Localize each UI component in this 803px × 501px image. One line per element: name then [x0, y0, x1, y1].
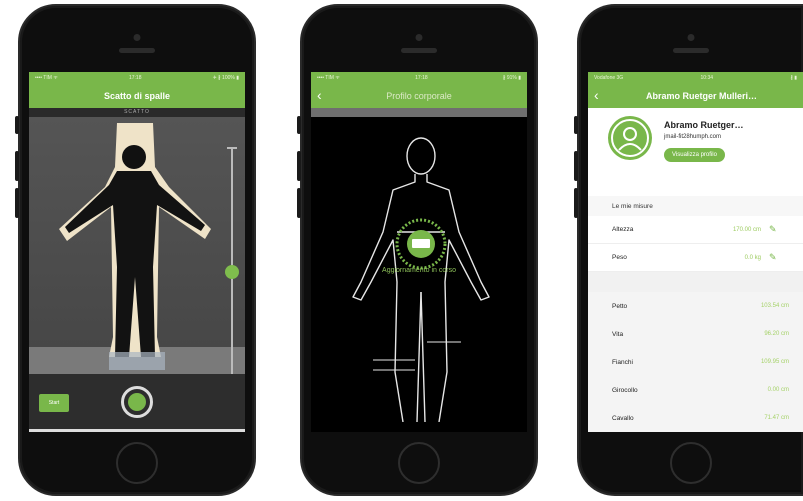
measure-label: Cavallo	[612, 414, 634, 422]
header-1: •••• TIM ᯤ 17:18 ✈ ∦ 100% ▮ Scatto di sp…	[29, 72, 245, 108]
header-3: Vodafone 3G 10:34 ∦ ▮ ‹ Abramo Ruetger M…	[588, 72, 803, 108]
battery-text: ∦ ▮	[790, 75, 797, 81]
back-icon[interactable]: ‹	[317, 87, 322, 103]
home-button-2[interactable]	[398, 442, 440, 484]
pencil-icon[interactable]: ✎	[769, 224, 779, 235]
front-camera	[133, 34, 141, 41]
volume-up-button	[574, 151, 578, 181]
profile-name: Abramo Ruetger…	[664, 120, 744, 130]
spacer	[588, 272, 803, 292]
status-bar-3: Vodafone 3G 10:34 ∦ ▮	[588, 72, 803, 84]
battery-text: ✈ ∦ 100% ▮	[212, 75, 239, 81]
section-label: Le mie misure	[588, 196, 803, 216]
carrier-text: Vodafone 3G	[594, 75, 624, 81]
volume-up-button	[15, 151, 19, 181]
battery-text: ∦ 91% ▮	[502, 75, 521, 81]
view-profile-button[interactable]: Visualizza profilo	[664, 148, 725, 162]
profile-card: Abramo Ruetger… jmail-fit28humph.com Vis…	[588, 108, 803, 196]
home-button-3[interactable]	[670, 442, 712, 484]
phone-3: Vodafone 3G 10:34 ∦ ▮ ‹ Abramo Ruetger M…	[574, 4, 803, 496]
status-bar-2: •••• TIM ᯤ 17:18 ∦ 91% ▮	[311, 72, 527, 84]
measure-value: 96.20 cm	[764, 331, 789, 337]
avatar-icon	[608, 116, 652, 160]
subtitle-bar: SCATTO	[29, 108, 245, 117]
front-camera	[687, 34, 695, 41]
volume-down-button	[574, 188, 578, 218]
nav-bar-3: ‹ Abramo Ruetger Mulleri…	[588, 84, 803, 108]
nav-bar-1: Scatto di spalle	[29, 84, 245, 108]
mute-switch	[297, 116, 301, 134]
measure-label: Petto	[612, 302, 628, 310]
progress-indicator	[29, 429, 245, 432]
screen-title-3: Abramo Ruetger Mulleri…	[645, 91, 757, 101]
shutter-inner-icon	[128, 393, 146, 411]
measure-value: 109.95 cm	[760, 359, 789, 365]
speaker-grill	[673, 48, 709, 53]
back-icon[interactable]: ‹	[594, 87, 599, 103]
grey-divider	[311, 108, 527, 117]
screen-1: •••• TIM ᯤ 17:18 ✈ ∦ 100% ▮ Scatto di sp…	[29, 72, 245, 432]
measure-row-vita: Vita 96.20 cm	[588, 320, 803, 348]
speaker-grill	[119, 48, 155, 53]
mute-switch	[574, 116, 578, 134]
measure-value: 0.0 kg	[744, 254, 761, 261]
screen-title-2: Profilo corporale	[386, 91, 452, 101]
camera-controls: Start	[29, 374, 245, 432]
clock-text: 10:34	[700, 75, 714, 81]
nav-bar-2: ‹ Profilo corporale	[311, 84, 527, 108]
clock-text: 17:18	[128, 75, 142, 81]
measure-row-peso[interactable]: Peso 0.0 kg ✎	[588, 244, 803, 272]
measure-row-girocollo: Girocollo 0.00 cm	[588, 376, 803, 404]
speaker-grill	[401, 48, 437, 53]
screen-3: Vodafone 3G 10:34 ∦ ▮ ‹ Abramo Ruetger M…	[588, 72, 803, 432]
status-bar-1: •••• TIM ᯤ 17:18 ✈ ∦ 100% ▮	[29, 72, 245, 84]
measure-label: Fianchi	[612, 358, 633, 366]
profile-email: jmail-fit28humph.com	[664, 134, 722, 140]
carrier-text: •••• TIM ᯤ	[35, 75, 58, 81]
phone-1: •••• TIM ᯤ 17:18 ✈ ∦ 100% ▮ Scatto di sp…	[15, 4, 256, 496]
mute-switch	[15, 116, 19, 134]
header-2: •••• TIM ᯤ 17:18 ∦ 91% ▮ ‹ Profilo corpo…	[311, 72, 527, 108]
volume-up-button	[297, 151, 301, 181]
screen-title-1: Scatto di spalle	[103, 91, 171, 101]
progress-caption: Aggiornamento in corso	[382, 267, 456, 274]
measure-row-cavallo: Cavallo 71.47 cm	[588, 404, 803, 432]
measure-row-altezza[interactable]: Altezza 170.00 cm ✎	[588, 216, 803, 244]
clock-text: 17:18	[415, 75, 428, 81]
measure-value: 0.00 cm	[767, 387, 789, 393]
measure-value: 71.47 cm	[764, 415, 789, 421]
start-button[interactable]: Start	[39, 394, 69, 412]
measure-label: Peso	[612, 254, 627, 261]
measure-row-petto: Petto 103.54 cm	[588, 292, 803, 320]
person-silhouette-icon	[59, 123, 211, 370]
pencil-icon[interactable]: ✎	[769, 252, 779, 263]
measure-label: Altezza	[612, 226, 634, 233]
measure-row-fianchi: Fianchi 109.95 cm	[588, 348, 803, 376]
slider-knob[interactable]	[225, 265, 239, 279]
front-camera	[415, 34, 423, 41]
measure-label: Girocollo	[612, 386, 638, 394]
screen-2: •••• TIM ᯤ 17:18 ∦ 91% ▮ ‹ Profilo corpo…	[311, 72, 527, 432]
phone-2: •••• TIM ᯤ 17:18 ∦ 91% ▮ ‹ Profilo corpo…	[297, 4, 538, 496]
home-button-1[interactable]	[116, 442, 158, 484]
carrier-text: •••• TIM ᯤ	[317, 75, 340, 81]
camera-viewfinder: Start	[29, 117, 245, 432]
volume-down-button	[15, 188, 19, 218]
shutter-button[interactable]	[121, 386, 153, 418]
measure-label: Vita	[612, 330, 624, 338]
measure-value: 170.00 cm	[732, 226, 761, 233]
measure-value: 103.54 cm	[760, 303, 789, 309]
volume-down-button	[297, 188, 301, 218]
